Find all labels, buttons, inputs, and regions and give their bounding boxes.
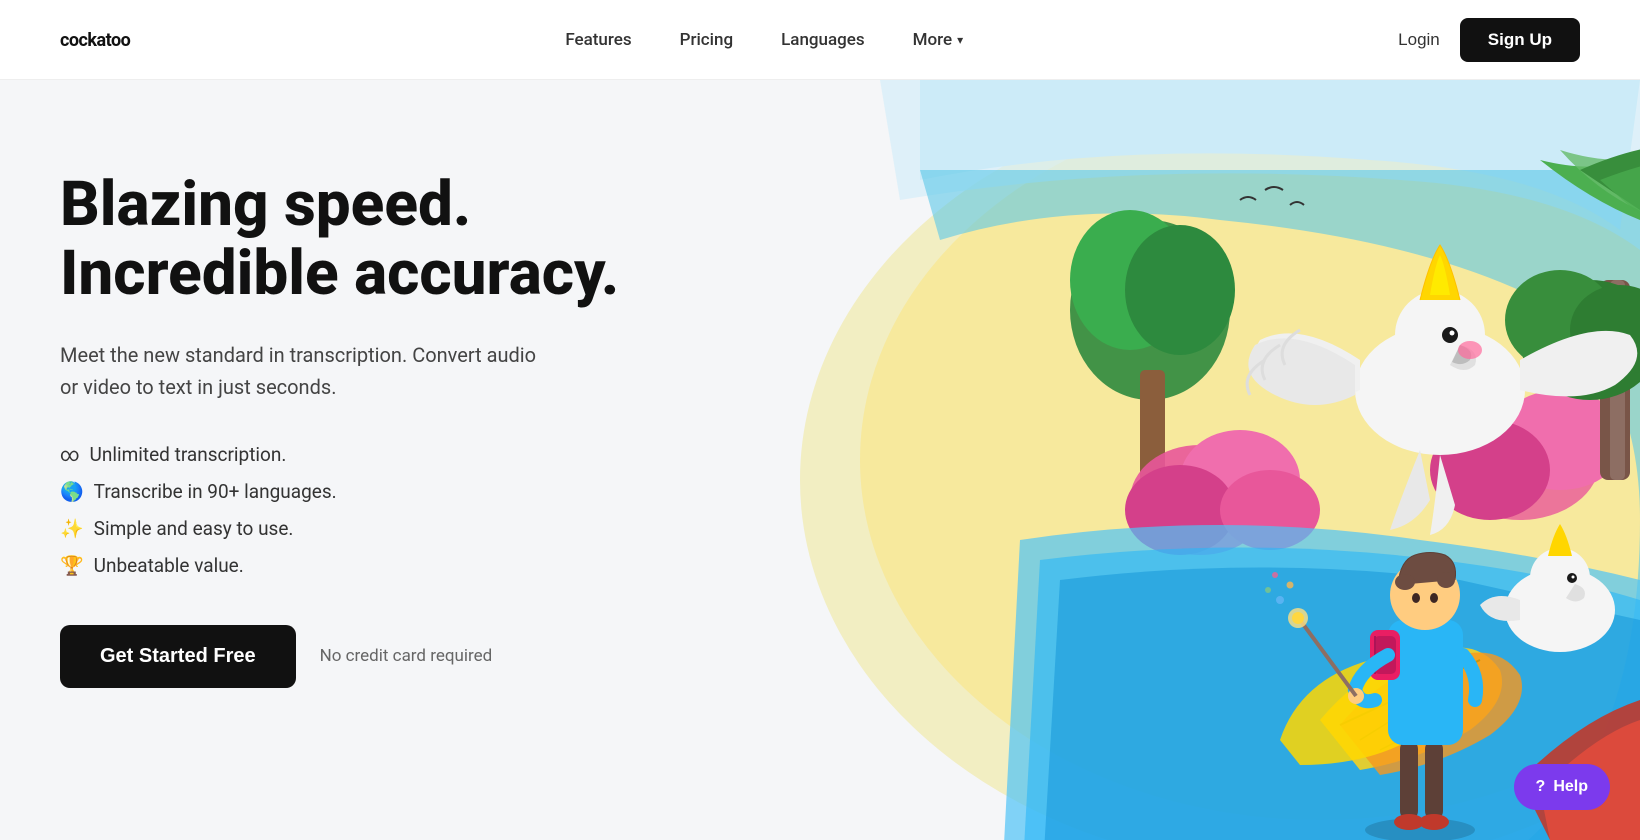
hero-section: Blazing speed. Incredible accuracy. Meet… [0, 80, 1640, 840]
feature-simple: ✨ Simple and easy to use. [60, 517, 619, 540]
get-started-button[interactable]: Get Started Free [60, 625, 296, 688]
hero-subtitle: Meet the new standard in transcription. … [60, 339, 540, 403]
sparkle-icon: ✨ [60, 517, 84, 540]
trophy-icon: 🏆 [60, 554, 84, 577]
logo: cockatoo [60, 27, 130, 52]
nav-features[interactable]: Features [565, 30, 631, 50]
hero-title: Blazing speed. Incredible accuracy. [60, 170, 619, 309]
hero-cta-group: Get Started Free No credit card required [60, 625, 619, 688]
nav-links: Features Pricing Languages More ▾ [565, 30, 963, 50]
feature-unlimited: ∞ Unlimited transcription. [60, 443, 619, 466]
infinity-icon: ∞ [60, 443, 80, 466]
nav-pricing[interactable]: Pricing [680, 30, 734, 50]
hero-features-list: ∞ Unlimited transcription. 🌎 Transcribe … [60, 443, 619, 577]
nav-actions: Login Sign Up [1398, 18, 1580, 62]
help-button[interactable]: ? Help [1514, 764, 1610, 810]
chevron-down-icon: ▾ [957, 33, 963, 47]
hero-illustration [720, 80, 1640, 840]
signup-button[interactable]: Sign Up [1460, 18, 1580, 62]
login-button[interactable]: Login [1398, 30, 1440, 50]
cta-note: No credit card required [320, 646, 493, 666]
nav-more[interactable]: More ▾ [913, 30, 964, 50]
navigation: cockatoo Features Pricing Languages More… [0, 0, 1640, 80]
feature-value: 🏆 Unbeatable value. [60, 554, 619, 577]
hero-content: Blazing speed. Incredible accuracy. Meet… [60, 150, 619, 688]
help-icon: ? [1536, 778, 1546, 796]
globe-icon: 🌎 [60, 480, 84, 503]
nav-languages[interactable]: Languages [781, 30, 865, 50]
feature-languages: 🌎 Transcribe in 90+ languages. [60, 480, 619, 503]
